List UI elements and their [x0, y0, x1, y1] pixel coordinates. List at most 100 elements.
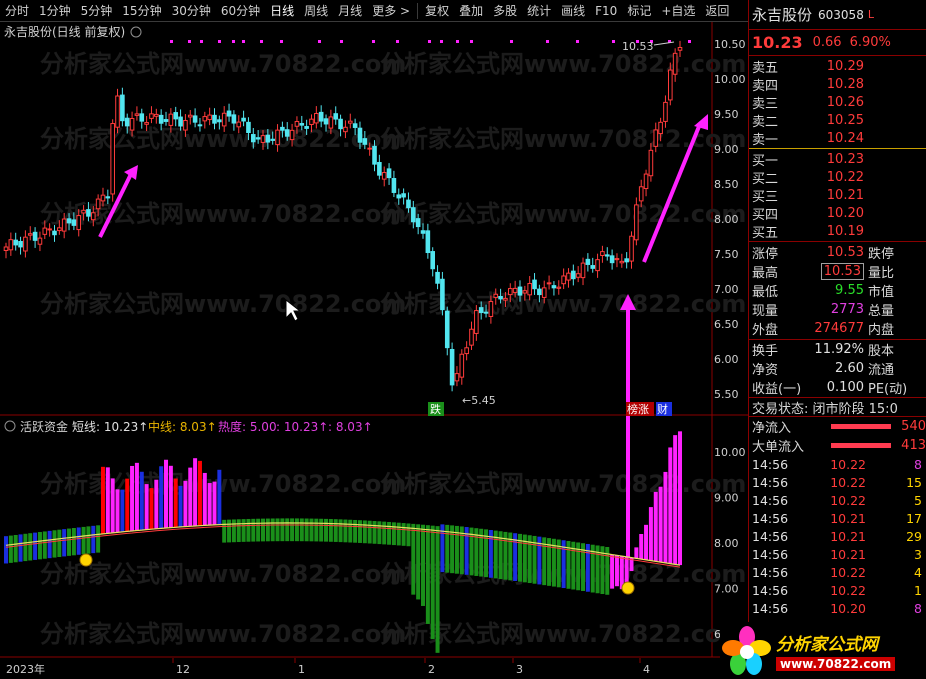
indicator-bar [164, 459, 169, 529]
tick-time: 14:56 [752, 474, 789, 490]
marker-cai: 财 [657, 402, 668, 416]
bid-row-2[interactable]: 买三 10.21 [749, 186, 926, 205]
candle-body [120, 94, 125, 122]
signal-dot [470, 40, 473, 43]
bid-row-3[interactable]: 买四 10.20 [749, 204, 926, 223]
indicator-short: 短线: 10.23↑ [72, 420, 148, 434]
period-tab-1[interactable]: 1分钟 [34, 0, 76, 22]
ask-row-4[interactable]: 卖一 10.24 [749, 129, 926, 148]
indicator-bar [290, 518, 295, 542]
indicator-bar [401, 523, 406, 546]
kline-chart-area[interactable]: 分析家公式网www.70822.com 分析家公式网www.70822.com 分析… [0, 22, 748, 679]
price-change-pct: 6.90% [849, 35, 891, 50]
period-tab-0[interactable]: 分时 [0, 0, 34, 22]
indicator-bar [154, 479, 159, 529]
indicator-bar [188, 467, 193, 527]
chart-title: 永吉股份(日线 前复权) [4, 24, 125, 39]
candle-body [444, 310, 450, 349]
candle-body [488, 301, 494, 317]
period-tab-7[interactable]: 周线 [299, 0, 333, 22]
flow-value: 540 [901, 419, 926, 434]
bid-row-4-label: 买五 [752, 225, 779, 241]
indicator-heat: 热度: 5.00 [218, 419, 277, 434]
ask-row-0-label: 卖五 [752, 60, 779, 76]
candle-body [47, 228, 52, 231]
period-tab-2[interactable]: 5分钟 [76, 0, 118, 22]
tick-time: 14:56 [752, 600, 789, 616]
candle-body [377, 162, 382, 176]
ask-row-1[interactable]: 卖四 10.28 [749, 75, 926, 94]
ask-row-3[interactable]: 卖二 10.25 [749, 111, 926, 130]
stat-row-1-value: 10.53 [792, 263, 864, 280]
bid-row-4[interactable]: 买五 10.19 [749, 222, 926, 241]
signal-dot [232, 40, 235, 43]
candle-body [580, 262, 586, 279]
indicator-bar [343, 519, 348, 543]
ask-row-2[interactable]: 卖三 10.26 [749, 93, 926, 112]
tick-volume: 1 [914, 582, 922, 598]
candle-body [411, 207, 416, 223]
marker-die: 跌 [430, 402, 441, 416]
chart-canvas[interactable]: 分析家公式网www.70822.com分析家公式网www.70822.com分析… [0, 22, 748, 679]
tick-volume: 5 [914, 492, 922, 508]
ask-row-1-price: 10.28 [826, 76, 864, 92]
indicator-bar [76, 527, 81, 555]
indicator-bar [377, 521, 382, 545]
candle-body [328, 116, 334, 129]
bid-row-1[interactable]: 买二 10.22 [749, 168, 926, 187]
indicator-bar [319, 518, 324, 542]
tick-price: 10.22 [830, 582, 866, 598]
indicator-extra1: : 10.23↑ [276, 420, 328, 434]
candle-body [318, 111, 324, 122]
bid-row-0-price: 10.23 [826, 151, 864, 167]
indicator-bar [391, 522, 396, 546]
candle-body [226, 110, 232, 117]
tool-button-3[interactable]: 统计 [522, 0, 556, 22]
candle-body [207, 114, 212, 121]
watermark-text: 分析家公式网www.70822.com [40, 50, 406, 78]
tool-button-8[interactable]: 返回 [700, 0, 734, 22]
price-row: 10.23 0.66 6.90% [749, 30, 926, 56]
tool-button-0[interactable]: 复权 [420, 0, 454, 22]
period-tab-6[interactable]: 日线 [265, 0, 299, 22]
tool-button-7[interactable]: +自选 [656, 0, 700, 22]
toolbar-separator [417, 2, 419, 19]
signal-dot [456, 40, 459, 43]
min-price-label: ←5.45 [462, 394, 496, 407]
period-tab-5[interactable]: 60分钟 [216, 0, 265, 22]
period-tab-4[interactable]: 30分钟 [167, 0, 216, 22]
candle-body [372, 145, 377, 165]
tool-button-2[interactable]: 多股 [488, 0, 522, 22]
candle-body [110, 123, 115, 195]
tick-list[interactable]: 14:56 10.22 8 14:56 10.22 15 14:56 10.22 5 14:56 1… [749, 455, 926, 617]
indicator-bar [668, 447, 673, 564]
bid-row-0[interactable]: 买一 10.23 [749, 150, 926, 169]
period-tab-8[interactable]: 月线 [333, 0, 367, 22]
tool-button-5[interactable]: F10 [590, 0, 622, 22]
indicator-bar [357, 520, 362, 543]
tool-button-1[interactable]: 叠加 [454, 0, 488, 22]
candle-body [18, 240, 23, 248]
indicator-bar [217, 469, 222, 525]
tool-button-6[interactable]: 标记 [622, 0, 656, 22]
tick-volume: 3 [914, 546, 922, 562]
trade-state: 交易状态: 闭市阶段 15:0 [749, 397, 926, 417]
indicator-bar [425, 525, 430, 624]
stat-row-3-label: 现量 [752, 304, 779, 319]
period-tab-3[interactable]: 15分钟 [117, 0, 166, 22]
period-tab-9[interactable]: 更多 > [367, 0, 415, 22]
indicator-bar [658, 486, 663, 563]
signal-dot [428, 40, 431, 43]
signal-dot [372, 40, 375, 43]
ask-row-0[interactable]: 卖五 10.29 [749, 57, 926, 76]
tool-button-4[interactable]: 画线 [556, 0, 590, 22]
tick-time: 14:56 [752, 528, 789, 544]
indicator-bar [396, 522, 401, 546]
candle-body [648, 149, 654, 177]
indicator-bar [18, 534, 23, 562]
candle-body [173, 112, 179, 120]
tick-volume: 15 [906, 474, 922, 490]
indicator-bar [197, 460, 202, 526]
tick-row: 14:56 10.21 17 [749, 509, 926, 527]
stat2-row-0-value: 11.92% [814, 342, 864, 357]
